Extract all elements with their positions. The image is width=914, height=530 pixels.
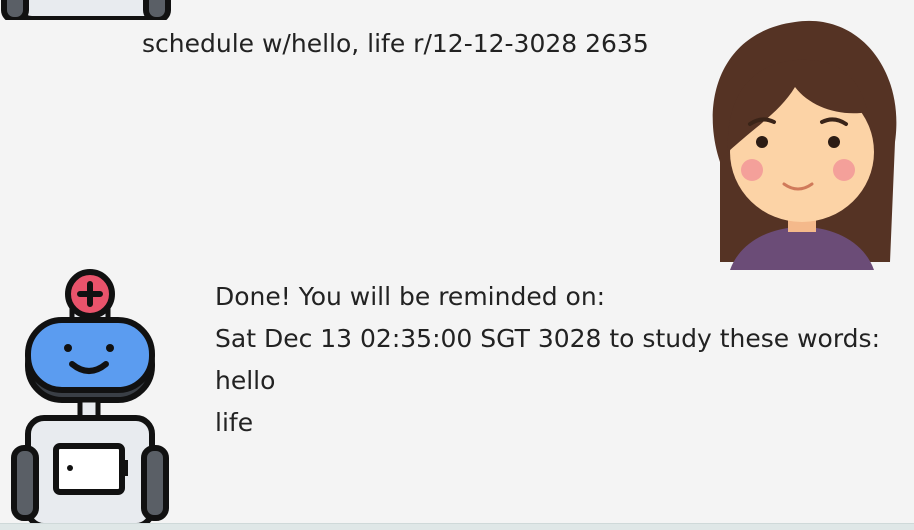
bot-message-line: Sat Dec 13 02:35:00 SGT 3028 to study th…	[215, 324, 880, 353]
input-area-divider	[0, 523, 914, 530]
user-message: schedule w/hello, life r/12-12-3028 2635	[142, 29, 649, 58]
woman-avatar-icon	[712, 20, 897, 270]
bot-message: Done! You will be reminded on: Sat Dec 1…	[215, 276, 880, 444]
robot-avatar-icon	[1, 0, 171, 20]
robot-avatar-icon	[11, 269, 169, 526]
chat-dialog: schedule w/hello, life r/12-12-3028 2635	[0, 0, 914, 530]
bot-message-line: Done! You will be reminded on:	[215, 282, 606, 311]
bot-message-line: life	[215, 408, 254, 437]
bot-message-line: hello	[215, 366, 276, 395]
